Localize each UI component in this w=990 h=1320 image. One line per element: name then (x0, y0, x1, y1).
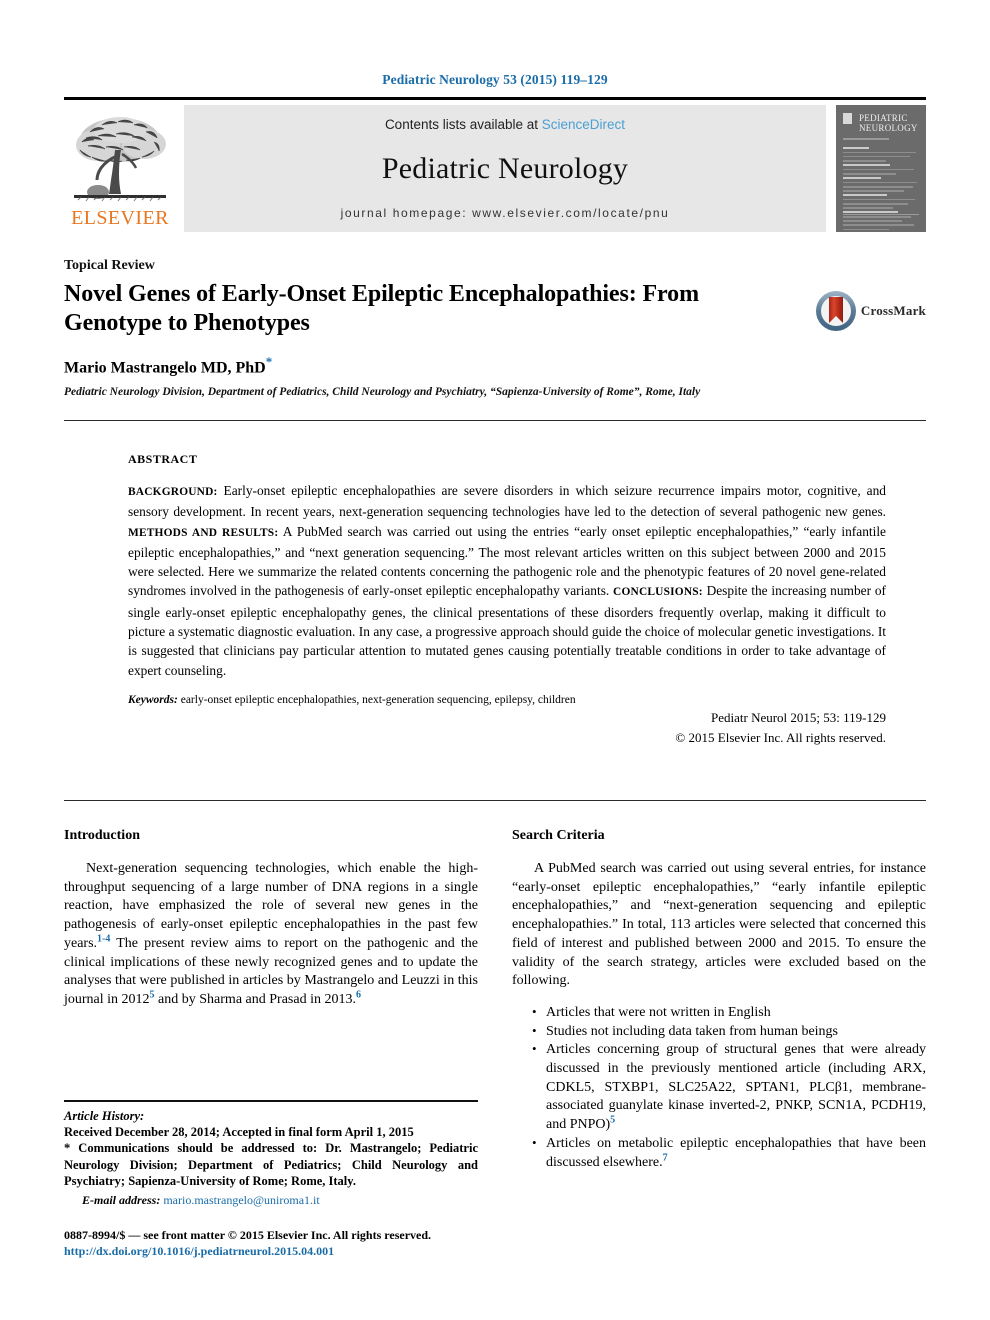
reference-marker[interactable]: 6 (356, 989, 361, 1000)
search-criteria-paragraph: A PubMed search was carried out using se… (512, 861, 926, 989)
doi-link[interactable]: http://dx.doi.org/10.1016/j.pediatrneuro… (64, 1243, 478, 1259)
exclusion-text: Articles that were not written in Englis… (546, 1004, 771, 1020)
introduction-paragraph: Next-generation sequencing technologies,… (64, 860, 478, 1010)
issn-line: 0887-8994/$ — see front matter © 2015 El… (64, 1227, 432, 1242)
section-heading-search-criteria: Search Criteria (512, 828, 605, 843)
copyright-line: © 2015 Elsevier Inc. All rights reserved… (675, 729, 886, 745)
abstract-background-text: Early-onset epileptic encephalopathies a… (128, 483, 886, 520)
journal-band: Contents lists available at ScienceDirec… (184, 105, 826, 232)
masthead-top-rule (64, 97, 926, 100)
corresponding-author-marker: * (265, 354, 273, 369)
cover-subtitle-rule (843, 138, 889, 140)
abstract-conclusions-label: CONCLUSIONS: (613, 586, 703, 599)
author-label: Mario Mastrangelo MD, PhD (64, 359, 266, 377)
corresponding-author-note: * Communications should be addressed to:… (64, 1141, 478, 1189)
journal-homepage-link[interactable]: journal homepage: www.elsevier.com/locat… (341, 206, 670, 220)
abstract-bottom-rule (64, 800, 926, 801)
crossmark-badge[interactable]: CrossMark (815, 290, 926, 332)
abstract-block: ABSTRACT BACKGROUND: Early-onset epilept… (128, 452, 886, 746)
elsevier-tree-icon (68, 112, 172, 207)
keywords-line: Keywords: early-onset epileptic encephal… (128, 694, 886, 706)
footnote-block: Article History: Received December 28, 2… (64, 1100, 478, 1259)
journal-title: Pediatric Neurology (381, 152, 629, 185)
reference-marker[interactable]: 7 (663, 1152, 668, 1163)
abstract-background-label: BACKGROUND: (128, 486, 218, 498)
reference-marker[interactable]: 1-4 (97, 933, 110, 944)
issn-copyright-block: 0887-8994/$ — see front matter © 2015 El… (64, 1227, 478, 1259)
section-heading-introduction: Introduction (64, 828, 140, 843)
elsevier-logo: ELSEVIER (64, 105, 176, 232)
abstract-methods-label: METHODS AND RESULTS: (128, 526, 279, 539)
article-history-dates: Received December 28, 2014; Accepted in … (64, 1124, 414, 1139)
author-affiliation: Pediatric Neurology Division, Department… (64, 386, 701, 399)
crossmark-label: CrossMark (860, 303, 926, 318)
exclusion-text: Articles on metabolic epileptic encephal… (546, 1135, 926, 1170)
list-item: Studies not including data taken from hu… (532, 1022, 926, 1042)
list-item: Articles that were not written in Englis… (532, 1003, 926, 1023)
crossmark-icon (815, 290, 857, 332)
exclusion-text: Articles concerning group of structural … (546, 1042, 926, 1133)
cover-title: PEDIATRIC NEUROLOGY (859, 113, 918, 133)
column-left: Introduction Next-generation sequencing … (64, 828, 478, 1010)
email-label: E-mail address: (82, 1192, 161, 1207)
elsevier-wordmark: ELSEVIER (71, 207, 169, 229)
cover-footer (843, 213, 919, 224)
intro-text-3: and by Sharma and Prasad in 2013. (154, 991, 356, 1007)
sciencedirect-link[interactable]: ScienceDirect (542, 117, 625, 132)
journal-masthead: ELSEVIER Contents lists available at Sci… (64, 97, 926, 232)
column-right: Search Criteria A PubMed search was carr… (512, 828, 926, 1172)
cover-publisher-icon (843, 113, 852, 124)
keywords-label: Keywords: (128, 693, 178, 706)
page-title: Novel Genes of Early-Onset Epileptic Enc… (64, 281, 699, 336)
journal-cover-thumbnail: PEDIATRIC NEUROLOGY (836, 105, 926, 232)
keywords-values: early-onset epileptic encephalopathies, … (177, 693, 576, 706)
email-address-link[interactable]: mario.mastrangelo@uniroma1.it (163, 1193, 319, 1207)
list-item: Articles concerning group of structural … (532, 1040, 926, 1135)
contents-prefix: Contents lists available at (384, 117, 542, 132)
reference-marker[interactable]: 5 (610, 1114, 615, 1125)
footnote-rule (64, 1100, 478, 1102)
author-name: Mario Mastrangelo MD, PhD* (64, 354, 926, 377)
abstract-heading: ABSTRACT (128, 452, 198, 466)
article-history-label: Article History: (64, 1108, 145, 1123)
email-line: E-mail address: mario.mastrangelo@unirom… (64, 1193, 478, 1208)
contents-available-line: Contents lists available at ScienceDirec… (385, 117, 625, 132)
running-head: Pediatric Neurology 53 (2015) 119–129 (382, 72, 608, 87)
title-block: Topical Review Novel Genes of Early-Onse… (64, 258, 926, 398)
abstract-top-rule (64, 420, 926, 421)
exclusion-text: Studies not including data taken from hu… (546, 1023, 839, 1039)
article-type-kicker: Topical Review (64, 258, 155, 273)
abstract-text: BACKGROUND: Early-onset epileptic enceph… (128, 481, 886, 680)
list-item: Articles on metabolic epileptic encephal… (532, 1134, 926, 1172)
citation-line: Pediatr Neurol 2015; 53: 119-129 (711, 709, 886, 725)
exclusion-criteria-list: Articles that were not written in Englis… (512, 1003, 926, 1172)
article-page: Pediatric Neurology 53 (2015) 119–129 EL… (0, 0, 990, 1320)
